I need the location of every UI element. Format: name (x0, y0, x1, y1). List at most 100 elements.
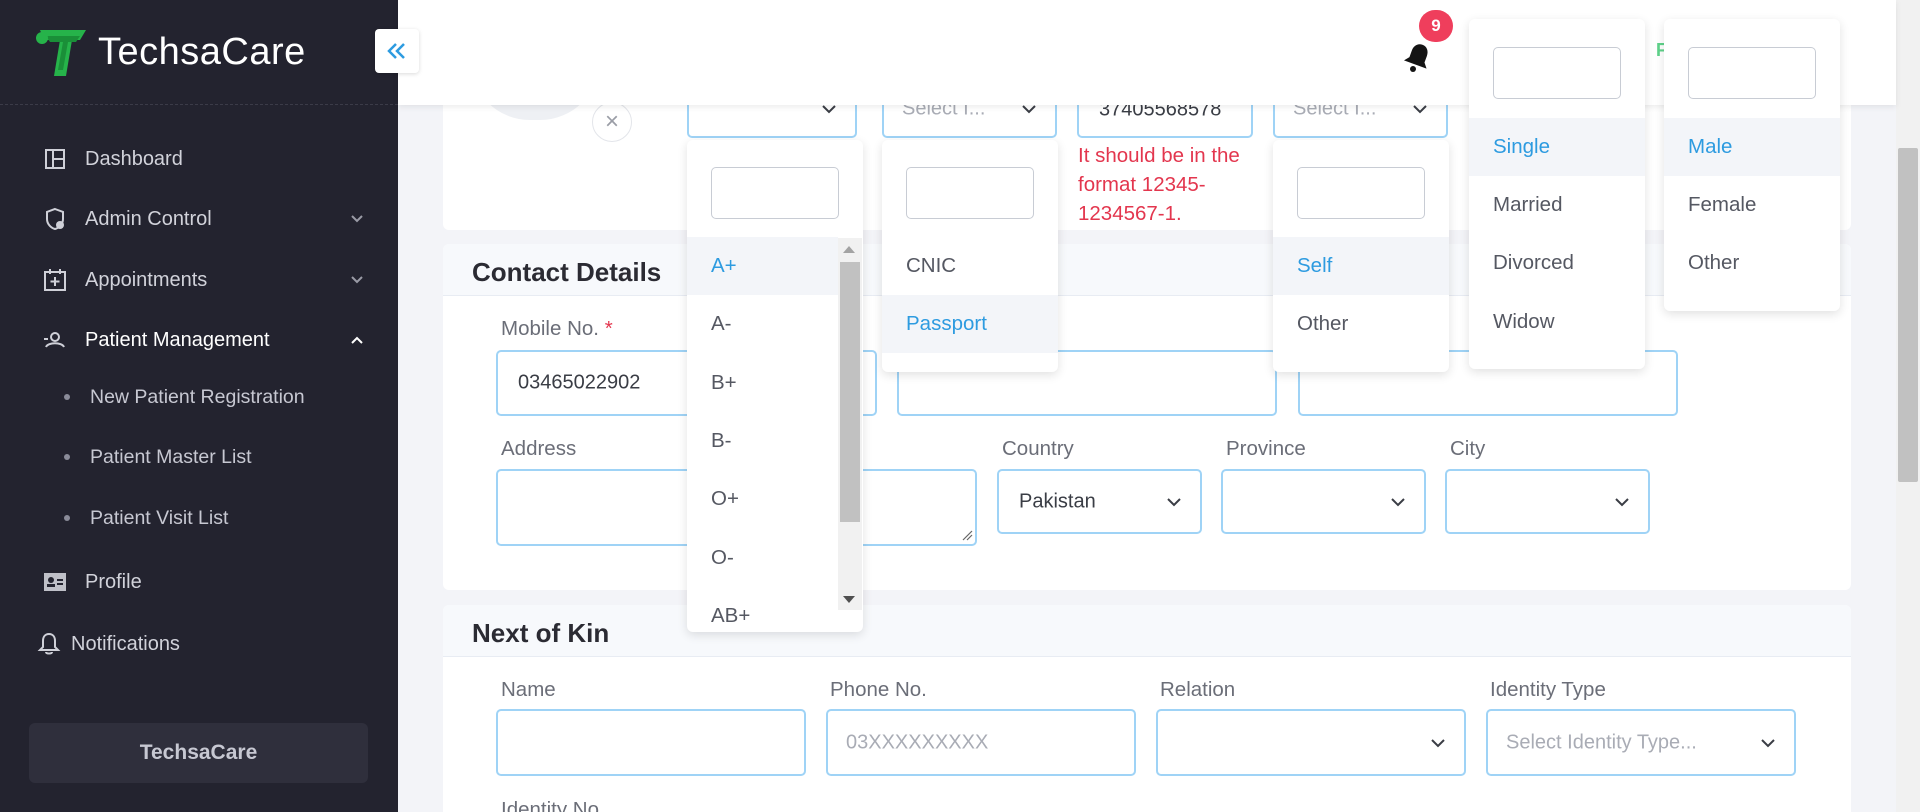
city-label: City (1450, 437, 1486, 460)
dropdown-option[interactable]: Other (1664, 234, 1840, 292)
sidebar-item-label: Dashboard (85, 147, 183, 170)
dropdown-option[interactable]: A- (687, 295, 838, 353)
chevron-down-icon (1391, 497, 1405, 506)
kin-relation-select[interactable] (1156, 709, 1466, 776)
scroll-down-arrow-icon[interactable] (843, 596, 855, 603)
kin-identity-type-select[interactable]: Select Identity Type... (1486, 709, 1796, 776)
marital-status-dropdown: Single Married Divorced Widow (1469, 19, 1645, 369)
page-scrollbar-thumb[interactable] (1898, 148, 1918, 482)
dashboard-icon (45, 149, 65, 169)
chevron-up-icon (351, 336, 363, 344)
chevron-down-icon (1615, 497, 1629, 506)
marital-status-search-input[interactable] (1493, 47, 1621, 99)
bullet-icon (64, 394, 70, 400)
sidebar-subitem-patient-visit-list[interactable]: Patient Visit List (0, 498, 398, 538)
sidebar-item-notifications[interactable]: Notifications (0, 622, 398, 666)
sidebar-subitem-patient-master-list[interactable]: Patient Master List (0, 437, 398, 477)
sidebar: TechsaCare Dashboard Admin Control Appoi… (0, 0, 398, 812)
country-label: Country (1002, 437, 1074, 460)
dropdown-option[interactable]: O- (687, 529, 838, 587)
province-label: Province (1226, 437, 1306, 460)
sidebar-subitem-new-patient-registration[interactable]: New Patient Registration (0, 377, 398, 417)
dropdown-option[interactable]: Other (1273, 295, 1449, 353)
dropdown-option[interactable]: Single (1469, 118, 1645, 176)
notification-bell-icon[interactable] (1403, 40, 1433, 74)
sidebar-item-appointments[interactable]: Appointments (0, 258, 398, 302)
gender-search-input[interactable] (1688, 47, 1816, 99)
sidebar-item-label: Profile (85, 570, 142, 593)
mobile-label: Mobile No. * (501, 317, 613, 340)
brand-name: TechsaCare (98, 30, 306, 73)
dropdown-option[interactable]: B- (687, 412, 838, 470)
remove-photo-button[interactable]: × (592, 102, 632, 142)
admin-settings-icon (46, 207, 64, 231)
dropdown-option[interactable]: AB+ (687, 587, 838, 632)
close-icon: × (604, 108, 619, 135)
kin-phone-placeholder: 03XXXXXXXXX (846, 731, 989, 753)
sidebar-subitem-label: Patient Visit List (90, 506, 229, 529)
bullet-icon (64, 515, 70, 521)
province-select[interactable] (1221, 469, 1426, 534)
dropdown-option[interactable]: Divorced (1469, 234, 1645, 292)
profile-card-icon (44, 573, 66, 591)
kin-identity-no-label: Identity No. (501, 798, 605, 812)
dropdown-option[interactable]: CNIC (882, 237, 1058, 295)
kin-identity-type-label: Identity Type (1490, 678, 1606, 701)
chevron-down-icon (351, 276, 363, 284)
country-select[interactable]: Pakistan (997, 469, 1202, 534)
kin-name-input[interactable] (496, 709, 806, 776)
dropdown-option[interactable]: Self (1273, 237, 1449, 295)
mobile-value: 03465022902 (518, 371, 641, 394)
dropdown-option[interactable]: A+ (687, 237, 838, 295)
dropdown-option[interactable]: Married (1469, 176, 1645, 234)
address-label: Address (501, 437, 577, 460)
blood-group-dropdown: A+ A- B+ B- O+ O- AB+ (687, 140, 863, 632)
techsacare-logo-icon (36, 30, 86, 76)
patient-icon (44, 332, 65, 348)
dropdown-option[interactable]: Widow (1469, 293, 1645, 351)
sidebar-item-admin-control[interactable]: Admin Control (0, 197, 398, 241)
bell-icon (37, 632, 61, 655)
calendar-plus-icon (44, 269, 66, 291)
sidebar-item-label: Appointments (85, 268, 208, 291)
identity-type-search-input[interactable] (906, 167, 1034, 219)
sidebar-item-label: Notifications (71, 632, 180, 655)
gender-dropdown: Male Female Other (1664, 19, 1840, 311)
notification-count-badge: 9 (1419, 10, 1453, 42)
sidebar-item-label: Patient Management (85, 328, 270, 351)
brand[interactable]: TechsaCare (32, 24, 306, 80)
country-value: Pakistan (1019, 490, 1096, 512)
sidebar-item-dashboard[interactable]: Dashboard (0, 137, 398, 181)
chevron-down-icon (351, 215, 363, 223)
kin-name-label: Name (501, 678, 556, 701)
dropdown-scrollbar-thumb[interactable] (840, 262, 860, 522)
sidebar-subitem-label: Patient Master List (90, 445, 252, 468)
contact-details-title: Contact Details (472, 257, 662, 287)
chevron-down-icon (1431, 738, 1445, 747)
city-select[interactable] (1445, 469, 1650, 534)
dropdown-option[interactable]: B+ (687, 354, 838, 412)
sidebar-item-patient-management[interactable]: Patient Management (0, 318, 398, 362)
sidebar-subitem-label: New Patient Registration (90, 385, 305, 408)
dropdown-option[interactable]: Male (1664, 118, 1840, 176)
identity-type-dropdown: CNIC Passport (882, 140, 1058, 372)
bullet-icon (64, 454, 70, 460)
dropdown-option[interactable]: Female (1664, 176, 1840, 234)
kin-relation-label: Relation (1160, 678, 1236, 701)
sidebar-item-profile[interactable]: Profile (0, 560, 398, 604)
dropdown-option[interactable]: Passport (882, 295, 1058, 353)
blood-group-search-input[interactable] (711, 167, 839, 219)
kin-phone-input[interactable]: 03XXXXXXXXX (826, 709, 1136, 776)
collapse-sidebar-button[interactable] (375, 29, 419, 73)
sidebar-divider (0, 104, 398, 105)
scroll-up-arrow-icon[interactable] (843, 246, 855, 253)
sidebar-item-label: Admin Control (85, 207, 212, 230)
dropdown-option[interactable]: O+ (687, 470, 838, 528)
kin-identity-type-placeholder: Select Identity Type... (1506, 731, 1697, 753)
double-chevron-left-icon (387, 43, 405, 59)
next-of-kin-title: Next of Kin (472, 618, 610, 648)
resize-handle-icon[interactable] (961, 529, 973, 541)
sidebar-footer: TechsaCare (29, 723, 368, 783)
identity-number-error: It should be in the format 12345-1234567… (1078, 144, 1240, 225)
relation-search-input[interactable] (1297, 167, 1425, 219)
